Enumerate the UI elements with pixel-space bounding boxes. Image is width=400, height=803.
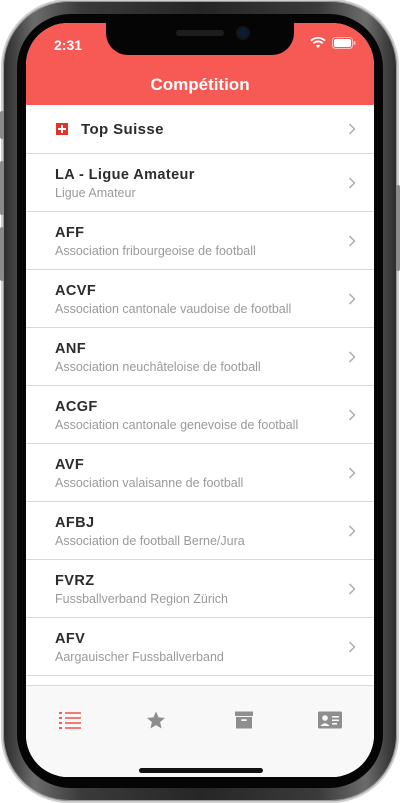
- archive-icon: [235, 711, 253, 729]
- tab-archive[interactable]: [222, 706, 266, 734]
- chevron-right-icon: [348, 641, 356, 653]
- tab-favorites[interactable]: [134, 706, 178, 734]
- tab-bar: [26, 685, 374, 777]
- chevron-right-icon: [348, 293, 356, 305]
- list-item[interactable]: ANF Association neuchâteloise de footbal…: [26, 328, 374, 386]
- app-screen: 2:31 Compétition Top Suisse LA - Ligue A…: [26, 23, 374, 777]
- chevron-right-icon: [348, 467, 356, 479]
- list-item-title: Top Suisse: [81, 121, 164, 138]
- list-item[interactable]: AFV Aargauischer Fussballverband: [26, 618, 374, 676]
- front-camera: [238, 28, 248, 38]
- battery-icon: [332, 37, 356, 49]
- list-item-title: AFV: [55, 631, 86, 647]
- list-item-subtitle: Aargauischer Fussballverband: [55, 650, 224, 664]
- list-item[interactable]: AFBJ Association de football Berne/Jura: [26, 502, 374, 560]
- list-item-subtitle: Association de football Berne/Jura: [55, 534, 245, 548]
- list-item-title: ANF: [55, 341, 87, 357]
- volume-down-button: [0, 227, 4, 281]
- list-item[interactable]: AVF Association valaisanne de football: [26, 444, 374, 502]
- status-time: 2:31: [54, 37, 83, 53]
- list-item[interactable]: FVRZ Fussballverband Region Zürich: [26, 560, 374, 618]
- speaker-grille: [176, 30, 224, 36]
- chevron-right-icon: [348, 409, 356, 421]
- list-item-title: ACGF: [55, 399, 98, 415]
- list-item-subtitle: Association neuchâteloise de football: [55, 360, 261, 374]
- wifi-icon: [310, 37, 326, 48]
- list-item-title: LA - Ligue Amateur: [55, 167, 195, 183]
- mute-switch: [0, 111, 4, 139]
- list-icon: [59, 712, 81, 729]
- tab-competitions[interactable]: [48, 706, 92, 734]
- chevron-right-icon: [348, 351, 356, 363]
- contact-card-icon: [318, 711, 342, 729]
- list-item-subtitle: Fussballverband Region Zürich: [55, 592, 229, 606]
- status-icons: [310, 37, 356, 49]
- list-item[interactable]: AFF Association fribourgeoise de footbal…: [26, 212, 374, 270]
- competition-list: Top Suisse LA - Ligue Amateur Ligue Amat…: [26, 105, 374, 685]
- list-item-partial[interactable]: [26, 676, 374, 685]
- chevron-right-icon: [348, 525, 356, 537]
- star-icon: [147, 711, 165, 728]
- tab-profile[interactable]: [308, 706, 352, 734]
- notch: [106, 23, 294, 55]
- list-item-subtitle: Ligue Amateur: [55, 186, 136, 200]
- list-item[interactable]: ACVF Association cantonale vaudoise de f…: [26, 270, 374, 328]
- list-item-subtitle: Association cantonale vaudoise de footba…: [55, 302, 292, 316]
- list-item-subtitle: Association valaisanne de football: [55, 476, 244, 490]
- list-item-title: AVF: [55, 457, 85, 473]
- list-item[interactable]: ACGF Association cantonale genevoise de …: [26, 386, 374, 444]
- home-indicator: [139, 768, 263, 773]
- chevron-right-icon: [348, 235, 356, 247]
- list-item[interactable]: LA - Ligue Amateur Ligue Amateur: [26, 154, 374, 212]
- list-item-title: FVRZ: [55, 573, 95, 589]
- list-item-subtitle: Association cantonale genevoise de footb…: [55, 418, 299, 432]
- power-button: [396, 185, 400, 271]
- chevron-right-icon: [348, 123, 356, 135]
- list-item-title: AFF: [55, 225, 85, 241]
- volume-up-button: [0, 161, 4, 215]
- chevron-right-icon: [348, 583, 356, 595]
- list-item-subtitle: Association fribourgeoise de football: [55, 244, 256, 258]
- list-item-top-suisse[interactable]: Top Suisse: [26, 105, 374, 154]
- chevron-right-icon: [348, 177, 356, 189]
- page-title: Compétition: [150, 75, 250, 94]
- list-item-title: AFBJ: [55, 515, 95, 531]
- list-item-title: ACVF: [55, 283, 97, 299]
- swiss-flag-icon: [56, 123, 68, 135]
